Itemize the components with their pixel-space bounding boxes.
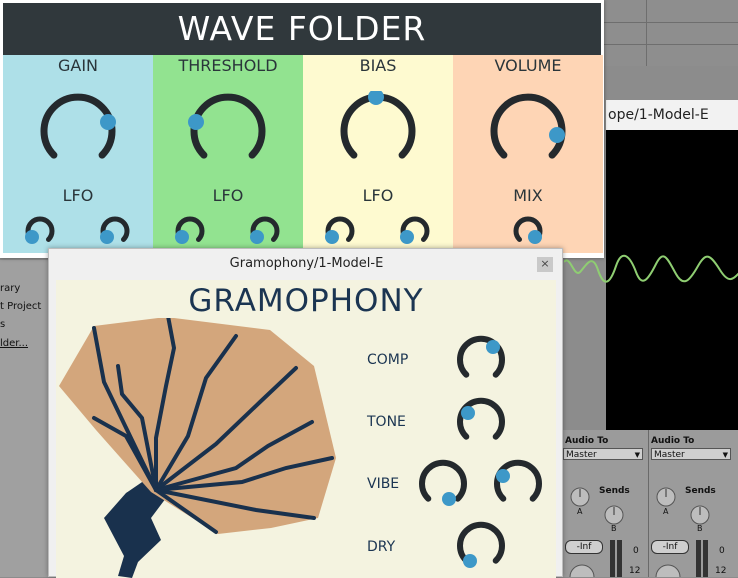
- volume-section: VOLUME MIX: [453, 55, 603, 253]
- dry-label: DRY: [367, 539, 396, 555]
- gain-lfo-knob-left[interactable]: [20, 211, 60, 251]
- threshold-section: THRESHOLD LFO: [153, 55, 303, 253]
- gramophony-window: Gramophony/1-Model-E × GRAMOPHONY COMP T…: [48, 248, 564, 578]
- mix-knob[interactable]: [508, 211, 548, 251]
- send-a-knob[interactable]: [655, 486, 677, 508]
- mixer-panel: Audio To Master ▼ Sends A B -Inf 0 12 Aud…: [563, 430, 738, 577]
- threshold-lfo-label: LFO: [212, 186, 244, 205]
- browser-item[interactable]: t Project: [0, 301, 41, 312]
- level-meter: [610, 540, 615, 577]
- scope-title[interactable]: ope/1-Model-E: [606, 100, 738, 130]
- gramophone-horn-illustration: [59, 318, 336, 578]
- send-b-label: B: [697, 524, 703, 533]
- vibe-knob-right[interactable]: [493, 459, 543, 509]
- vibe-label: VIBE: [367, 476, 400, 492]
- gain-section: GAIN LFO: [3, 55, 153, 253]
- send-a-knob[interactable]: [569, 486, 591, 508]
- volume-knob[interactable]: [488, 91, 568, 171]
- tone-label: TONE: [367, 414, 406, 430]
- track-divider: [646, 0, 647, 66]
- close-button[interactable]: ×: [537, 257, 553, 272]
- level-meter: [617, 540, 622, 577]
- volume-label: VOLUME: [494, 56, 562, 75]
- route-select[interactable]: Master ▼: [563, 448, 643, 460]
- wave-folder-title: WAVE FOLDER: [3, 3, 601, 55]
- sends-label: Sends: [599, 486, 630, 496]
- threshold-knob[interactable]: [188, 91, 268, 171]
- pan-knob[interactable]: [567, 560, 597, 577]
- gain-label: GAIN: [57, 56, 99, 75]
- threshold-label: THRESHOLD: [178, 56, 278, 75]
- mixer-channel: Audio To Master ▼ Sends A B -Inf 0 12: [563, 430, 650, 577]
- route-select[interactable]: Master ▼: [651, 448, 731, 460]
- track-divider: [604, 22, 738, 23]
- gain-lfo-label: LFO: [62, 186, 94, 205]
- send-b-knob[interactable]: [603, 504, 625, 526]
- comp-label: COMP: [367, 352, 409, 368]
- gain-knob[interactable]: [38, 91, 118, 171]
- send-b-label: B: [611, 524, 617, 533]
- meter-scale-0: 0: [633, 546, 639, 556]
- bias-lfo-knob-left[interactable]: [320, 211, 360, 251]
- audio-to-label: Audio To: [565, 436, 609, 446]
- dropdown-arrow-icon: ▼: [634, 451, 640, 459]
- comp-knob[interactable]: [456, 335, 506, 385]
- tone-knob[interactable]: [456, 397, 506, 447]
- vibe-knob-left[interactable]: [418, 459, 468, 509]
- gramophony-heading: GRAMOPHONY: [188, 283, 424, 319]
- threshold-lfo-knob-right[interactable]: [245, 211, 285, 251]
- route-value: Master: [566, 450, 597, 460]
- wave-folder-window: WAVE FOLDER GAIN LFO THRESHOLD LFO BIAS …: [0, 0, 604, 258]
- level-meter: [703, 540, 708, 577]
- meter-scale-0: 0: [719, 546, 725, 556]
- threshold-lfo-knob-left[interactable]: [170, 211, 210, 251]
- audio-to-label: Audio To: [651, 436, 695, 446]
- bias-knob[interactable]: [338, 91, 418, 171]
- browser-item[interactable]: rary: [0, 283, 20, 294]
- volume-readout[interactable]: -Inf: [565, 540, 603, 554]
- bias-section: BIAS LFO: [303, 55, 453, 253]
- bias-label: BIAS: [359, 56, 397, 75]
- pan-knob[interactable]: [653, 560, 683, 577]
- gain-lfo-knob-right[interactable]: [95, 211, 135, 251]
- sends-label: Sends: [685, 486, 716, 496]
- send-a-label: A: [577, 507, 583, 516]
- mixer-channel: Audio To Master ▼ Sends A B -Inf 0 12: [648, 430, 736, 577]
- daw-track-area: [604, 0, 738, 66]
- scope-window: ope/1-Model-E: [564, 100, 738, 430]
- browser-item[interactable]: s: [0, 319, 5, 330]
- level-meter: [696, 540, 701, 577]
- dry-knob[interactable]: [456, 521, 506, 571]
- volume-readout[interactable]: -Inf: [651, 540, 689, 554]
- gramophony-window-title[interactable]: Gramophony/1-Model-E: [49, 249, 564, 278]
- bias-lfo-label: LFO: [362, 186, 394, 205]
- gramophony-panel: GRAMOPHONY COMP TONE VIBE DRY: [56, 280, 556, 578]
- route-value: Master: [654, 450, 685, 460]
- browser-panel: rary t Project s lder...: [0, 260, 50, 577]
- bias-lfo-knob-right[interactable]: [395, 211, 435, 251]
- track-divider: [604, 44, 738, 45]
- send-b-knob[interactable]: [689, 504, 711, 526]
- dropdown-arrow-icon: ▼: [722, 451, 728, 459]
- mix-label: MIX: [513, 186, 543, 205]
- send-a-label: A: [663, 507, 669, 516]
- meter-scale-12: 12: [629, 566, 641, 576]
- meter-scale-12: 12: [715, 566, 727, 576]
- browser-item[interactable]: lder...: [0, 338, 28, 349]
